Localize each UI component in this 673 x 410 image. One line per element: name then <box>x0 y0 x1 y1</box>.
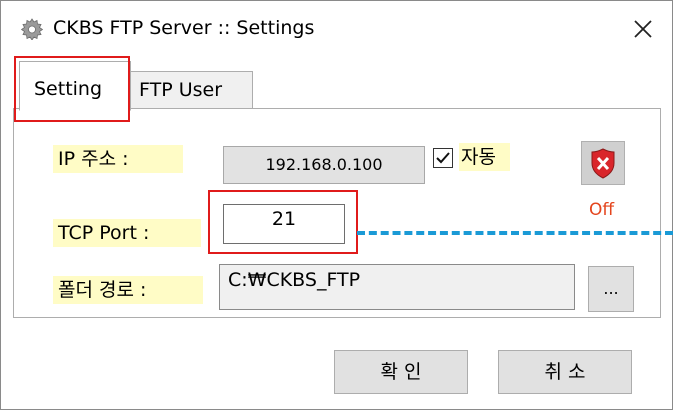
auto-checkbox[interactable] <box>433 148 453 168</box>
port-label: TCP Port : <box>53 219 201 247</box>
folder-path-field[interactable]: C:₩CKBS_FTP <box>219 264 575 310</box>
folder-label: 폴더 경로 : <box>53 276 203 304</box>
server-status-text: Off <box>589 200 615 220</box>
gear-icon <box>20 18 44 41</box>
server-status-indicator <box>581 141 625 185</box>
browse-button[interactable]: ... <box>588 266 634 312</box>
tab-setting[interactable]: Setting <box>19 61 131 111</box>
ip-label: IP 주소 : <box>53 145 183 173</box>
auto-label: 자동 <box>459 143 510 171</box>
settings-window: CKBS FTP Server :: Settings Setting FTP … <box>0 0 673 410</box>
tab-ftp-user[interactable]: FTP User <box>131 71 253 109</box>
port-field[interactable]: 21 <box>223 204 345 244</box>
window-title: CKBS FTP Server :: Settings <box>53 17 315 39</box>
callout-dashed-line <box>357 231 673 235</box>
shield-x-icon <box>591 148 615 179</box>
ip-field[interactable]: 192.168.0.100 <box>223 146 425 184</box>
title-bar: CKBS FTP Server :: Settings <box>1 1 672 59</box>
cancel-button[interactable]: 취 소 <box>498 350 632 394</box>
check-icon <box>436 152 450 164</box>
close-icon[interactable] <box>629 15 657 43</box>
ok-button[interactable]: 확 인 <box>334 350 468 394</box>
